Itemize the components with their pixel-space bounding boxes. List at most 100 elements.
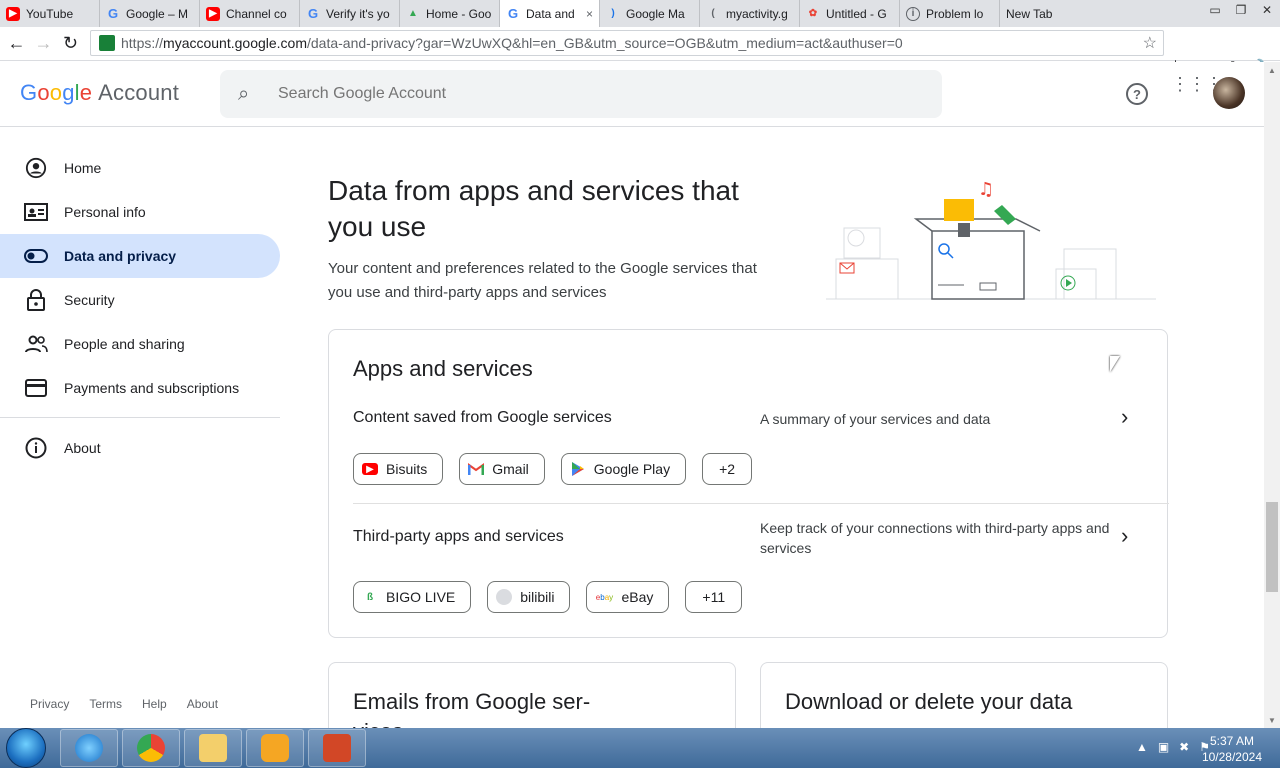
more-apps-chip[interactable]: +11 xyxy=(685,581,743,613)
footer-privacy-link[interactable]: Privacy xyxy=(30,697,69,711)
browser-tab[interactable]: ▶ Channel co xyxy=(200,0,300,27)
minimize-icon[interactable]: ▭ xyxy=(1202,0,1228,20)
browser-tab[interactable]: i Problem lo xyxy=(900,0,1000,27)
sidebar-item-label: Payments and subscriptions xyxy=(64,380,240,396)
footer-help-link[interactable]: Help xyxy=(142,697,167,711)
service-chip[interactable]: Gmail xyxy=(459,453,545,485)
bigo-live-icon: ß xyxy=(366,591,374,603)
volume-muted-icon[interactable]: ✖ xyxy=(1179,740,1189,754)
download-delete-card-title: Download or delete your data xyxy=(785,689,1073,714)
row-divider xyxy=(353,503,1169,504)
row-desc-third-party[interactable]: Keep track of your connections with thir… xyxy=(760,518,1110,558)
browser-tab[interactable]: ✿ Untitled - G xyxy=(800,0,900,27)
sidebar-item-payments[interactable]: Payments and subscriptions xyxy=(0,366,280,410)
footer-terms-link[interactable]: Terms xyxy=(89,697,122,711)
sidebar-item-people-and-sharing[interactable]: People and sharing xyxy=(0,322,280,366)
taskbar-media-player-button[interactable] xyxy=(246,729,304,767)
url-path: /data-and-privacy?gar=WzUwXQ&hl=en_GB&ut… xyxy=(307,35,903,51)
network-icon[interactable]: ▣ xyxy=(1158,740,1169,754)
youtube-icon: ▶ xyxy=(206,6,220,21)
sidebar-item-label: Data and privacy xyxy=(64,248,177,264)
sidebar-item-label: About xyxy=(64,440,101,456)
service-chip[interactable]: ▶ Bisuits xyxy=(353,453,444,485)
youtube-icon: ▶ xyxy=(6,6,20,21)
app-chip[interactable]: ß BIGO LIVE xyxy=(353,581,472,613)
taskbar-powerpoint-button[interactable] xyxy=(308,729,366,767)
people-icon xyxy=(24,332,48,356)
browser-tab[interactable]: ▶ YouTube xyxy=(0,0,100,27)
address-bar[interactable]: https://myaccount.google.com/data-and-pr… xyxy=(90,30,1164,56)
start-button-icon[interactable] xyxy=(6,728,46,768)
close-window-icon[interactable]: ✕ xyxy=(1254,0,1280,20)
id-card-icon xyxy=(24,200,48,224)
browser-toolbar: ← → ↻ https://myaccount.google.com/data-… xyxy=(0,27,1280,77)
more-services-chip[interactable]: +2 xyxy=(702,453,753,485)
browser-tab[interactable]: G Verify it's yo xyxy=(300,0,400,27)
row-title-google-services[interactable]: Content saved from Google services xyxy=(353,409,612,427)
drive-icon: ▲ xyxy=(408,8,418,19)
card-title: Apps and services xyxy=(353,356,533,381)
app-chip[interactable]: e b a y eBay xyxy=(586,581,670,613)
help-icon[interactable]: ? xyxy=(1126,83,1148,105)
service-chip[interactable]: Google Play xyxy=(560,453,687,485)
page-title: Data from apps and services that you use xyxy=(328,175,739,242)
scroll-down-icon[interactable]: ▼ xyxy=(1264,712,1280,728)
search-box[interactable]: ⌕ xyxy=(220,70,942,118)
sidebar-item-security[interactable]: Security xyxy=(0,278,280,322)
taskbar-ie-button[interactable] xyxy=(60,729,118,767)
sidebar-item-label: Home xyxy=(64,160,102,176)
url-host: myaccount.google.com xyxy=(163,35,307,51)
taskbar-explorer-button[interactable] xyxy=(184,729,242,767)
close-icon[interactable]: × xyxy=(586,7,593,21)
back-arrow-icon[interactable]: ← xyxy=(3,29,30,59)
google-g-icon: G xyxy=(107,6,119,21)
system-tray: ▲ ▣ ✖ ⚑ xyxy=(1136,740,1210,754)
restore-icon[interactable]: ❐ xyxy=(1228,0,1254,20)
browser-tab[interactable]: (myactivity.g xyxy=(700,0,800,27)
google-account-logo[interactable]: Google Account xyxy=(20,80,179,106)
bilibili-icon xyxy=(496,589,513,605)
clock-time: 5:37 AM xyxy=(1209,734,1254,748)
google-services-chips: ▶ Bisuits Gmail Google Play +2 xyxy=(353,453,753,485)
row-desc-google-services[interactable]: A summary of your services and data xyxy=(760,409,1110,429)
search-icon[interactable]: ⌕ xyxy=(238,83,260,106)
photos-icon: ✿ xyxy=(808,8,818,19)
reload-icon[interactable]: ↻ xyxy=(57,29,84,59)
ebay-icon: ebay xyxy=(595,592,614,602)
row-title-third-party[interactable]: Third-party apps and services xyxy=(353,528,564,546)
footer-about-link[interactable]: About xyxy=(187,697,218,711)
browser-tab[interactable]: ) Google Ma xyxy=(600,0,700,27)
app-chip[interactable]: bilibili xyxy=(487,581,571,613)
info-icon xyxy=(24,436,48,460)
lock-icon xyxy=(24,288,48,312)
chevron-right-icon[interactable]: › xyxy=(1121,523,1128,549)
windows-taskbar: ▲ ▣ ✖ ⚑ 5:37 AM 10/28/2024 xyxy=(0,728,1280,768)
sidebar-item-about[interactable]: About xyxy=(0,426,280,470)
loading-icon: ( xyxy=(711,8,715,19)
chevron-right-icon[interactable]: › xyxy=(1121,404,1128,430)
page-scrollbar[interactable]: ▲ ▼ xyxy=(1264,62,1280,728)
sidebar-item-home[interactable]: Home xyxy=(0,146,280,190)
browser-tab[interactable]: ▲ Home - Goo xyxy=(400,0,500,27)
sidebar-item-personal-info[interactable]: Personal info xyxy=(0,190,280,234)
browser-tab[interactable]: New Tab xyxy=(1000,0,1100,27)
browser-tab-active[interactable]: G Data and × xyxy=(500,0,600,27)
scroll-up-icon[interactable]: ▲ xyxy=(1264,62,1280,78)
bookmark-star-icon[interactable]: ☆ xyxy=(1143,33,1157,53)
sidebar-item-data-and-privacy[interactable]: Data and privacy xyxy=(0,234,280,278)
taskbar-clock[interactable]: 5:37 AM 10/28/2024 xyxy=(1202,733,1262,765)
search-input[interactable] xyxy=(276,84,896,104)
media-player-icon xyxy=(261,734,289,762)
credit-card-icon xyxy=(24,376,48,400)
gmail-icon xyxy=(468,461,485,477)
powerpoint-icon xyxy=(323,734,351,762)
taskbar-chrome-button[interactable] xyxy=(122,729,180,767)
scrollbar-thumb[interactable] xyxy=(1266,502,1278,592)
sidebar-item-label: Personal info xyxy=(64,204,146,220)
forward-arrow-icon[interactable]: → xyxy=(30,29,57,59)
tray-expand-icon[interactable]: ▲ xyxy=(1136,740,1148,754)
info-icon: i xyxy=(906,6,920,21)
account-circle-icon xyxy=(24,156,48,180)
browser-tab[interactable]: G Google – M xyxy=(100,0,200,27)
avatar[interactable] xyxy=(1213,77,1245,109)
